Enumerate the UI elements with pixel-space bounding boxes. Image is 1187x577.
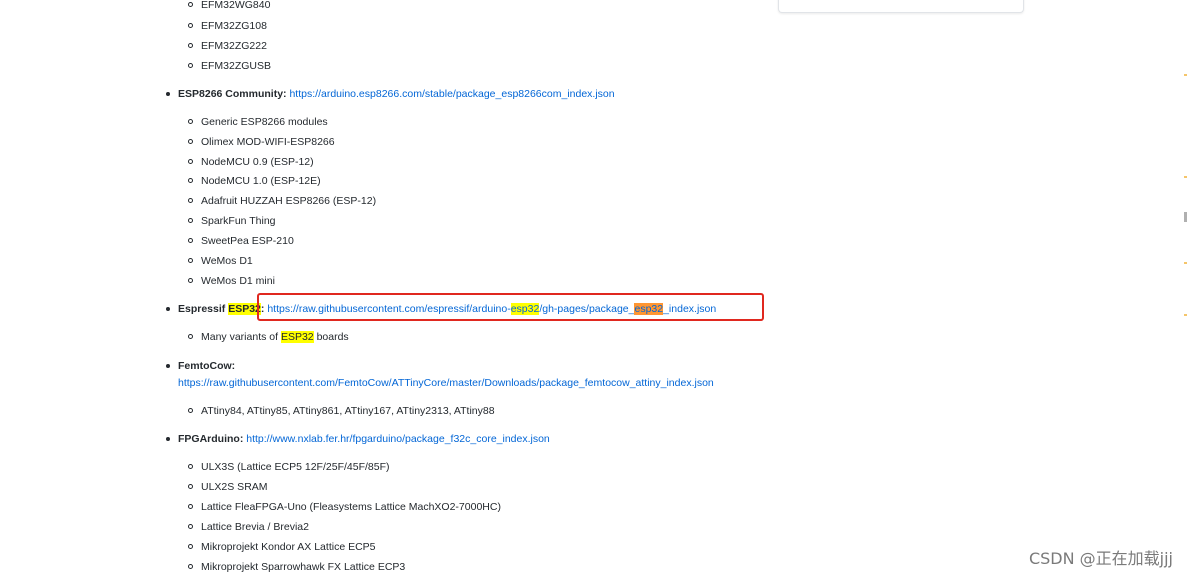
list-item: ULX3S (Lattice ECP5 12F/25F/45F/85F)	[165, 460, 390, 474]
board-name: EFM32WG840	[201, 0, 271, 11]
board-name: SweetPea ESP-210	[201, 235, 294, 247]
vendor-name: Espressif ESP32:	[178, 303, 264, 315]
package-url-link[interactable]: https://raw.githubusercontent.com/FemtoC…	[178, 377, 714, 389]
board-name: WeMos D1	[201, 255, 253, 267]
search-highlight: ESP32	[280, 331, 314, 343]
board-text: boards	[313, 331, 349, 343]
vendor-name: ESP8266 Community:	[178, 88, 287, 100]
board-name: SparkFun Thing	[201, 215, 276, 227]
vendor-item-fpgarduino: FPGArduino: http://www.nxlab.fer.hr/fpga…	[165, 432, 550, 446]
watermark-text: CSDN @正在加载jjj	[1028, 549, 1173, 568]
list-item: ATtiny84, ATtiny85, ATtiny861, ATtiny167…	[165, 404, 495, 418]
list-item: Olimex MOD-WIFI-ESP8266	[165, 135, 335, 149]
board-name: NodeMCU 0.9 (ESP-12)	[201, 156, 314, 168]
search-highlight: ESP32	[228, 303, 261, 315]
board-text: Many variants of	[201, 331, 281, 343]
board-name: Adafruit HUZZAH ESP8266 (ESP-12)	[201, 195, 377, 207]
list-item: Mikroprojekt Sparrowhawk FX Lattice ECP3	[165, 560, 405, 574]
list-item: SweetPea ESP-210	[165, 234, 294, 248]
list-item: WeMos D1 mini	[165, 274, 275, 288]
board-name: Mikroprojekt Sparrowhawk FX Lattice ECP3	[201, 561, 406, 573]
board-name: EFM32ZG222	[201, 40, 267, 52]
list-item: Many variants of ESP32 boards	[165, 330, 349, 344]
board-name: Olimex MOD-WIFI-ESP8266	[201, 136, 335, 148]
list-item: Adafruit HUZZAH ESP8266 (ESP-12)	[165, 194, 376, 208]
package-url-link[interactable]: http://www.nxlab.fer.hr/fpgarduino/packa…	[246, 433, 550, 445]
list-item: Lattice Brevia / Brevia2	[165, 520, 309, 534]
board-name: ULX2S SRAM	[201, 481, 268, 493]
list-item: EFM32ZG222	[165, 39, 267, 53]
list-item: WeMos D1	[165, 254, 253, 268]
package-url-link[interactable]: https://arduino.esp8266.com/stable/packa…	[289, 88, 614, 100]
board-name: Mikroprojekt Kondor AX Lattice ECP5	[201, 541, 376, 553]
vendor-item-esp8266: ESP8266 Community: https://arduino.esp82…	[165, 87, 615, 101]
list-item: NodeMCU 0.9 (ESP-12)	[165, 155, 314, 169]
board-name: ULX3S (Lattice ECP5 12F/25F/45F/85F)	[201, 461, 390, 473]
page: EFM32WG840 EFM32ZG108 EFM32ZG222 EFM32ZG…	[0, 0, 1187, 577]
board-name: Generic ESP8266 modules	[201, 116, 328, 128]
board-name: NodeMCU 1.0 (ESP-12E)	[201, 175, 321, 187]
vendor-prefix: Espressif	[178, 303, 229, 315]
list-item: Mikroprojekt Kondor AX Lattice ECP5	[165, 540, 376, 554]
list-item: Lattice FleaFPGA-Uno (Fleasystems Lattic…	[165, 500, 501, 514]
vendor-name: FPGArduino:	[178, 433, 244, 445]
vendor-name: FemtoCow:	[178, 360, 236, 372]
list-item: ULX2S SRAM	[165, 480, 268, 494]
vendor-item-femtocow: FemtoCow:	[165, 359, 235, 373]
list-item: EFM32ZG108	[165, 19, 267, 33]
list-item: Generic ESP8266 modules	[165, 115, 328, 129]
board-name: EFM32ZG108	[201, 20, 267, 32]
board-name: Lattice Brevia / Brevia2	[201, 521, 309, 533]
list-item: EFM32ZGUSB	[165, 59, 271, 73]
board-name: EFM32ZGUSB	[201, 60, 272, 72]
board-name: Lattice FleaFPGA-Uno (Fleasystems Lattic…	[201, 501, 501, 513]
list-item: NodeMCU 1.0 (ESP-12E)	[165, 174, 321, 188]
list-item: EFM32WG840	[165, 0, 270, 12]
package-url-row: https://raw.githubusercontent.com/FemtoC…	[178, 376, 714, 390]
sidebar-panel-edge	[778, 0, 1024, 13]
board-name: WeMos D1 mini	[201, 275, 275, 287]
list-item: SparkFun Thing	[165, 214, 276, 228]
annotation-highlight-box	[257, 293, 764, 321]
board-name: ATtiny84, ATtiny85, ATtiny861, ATtiny167…	[201, 405, 495, 417]
